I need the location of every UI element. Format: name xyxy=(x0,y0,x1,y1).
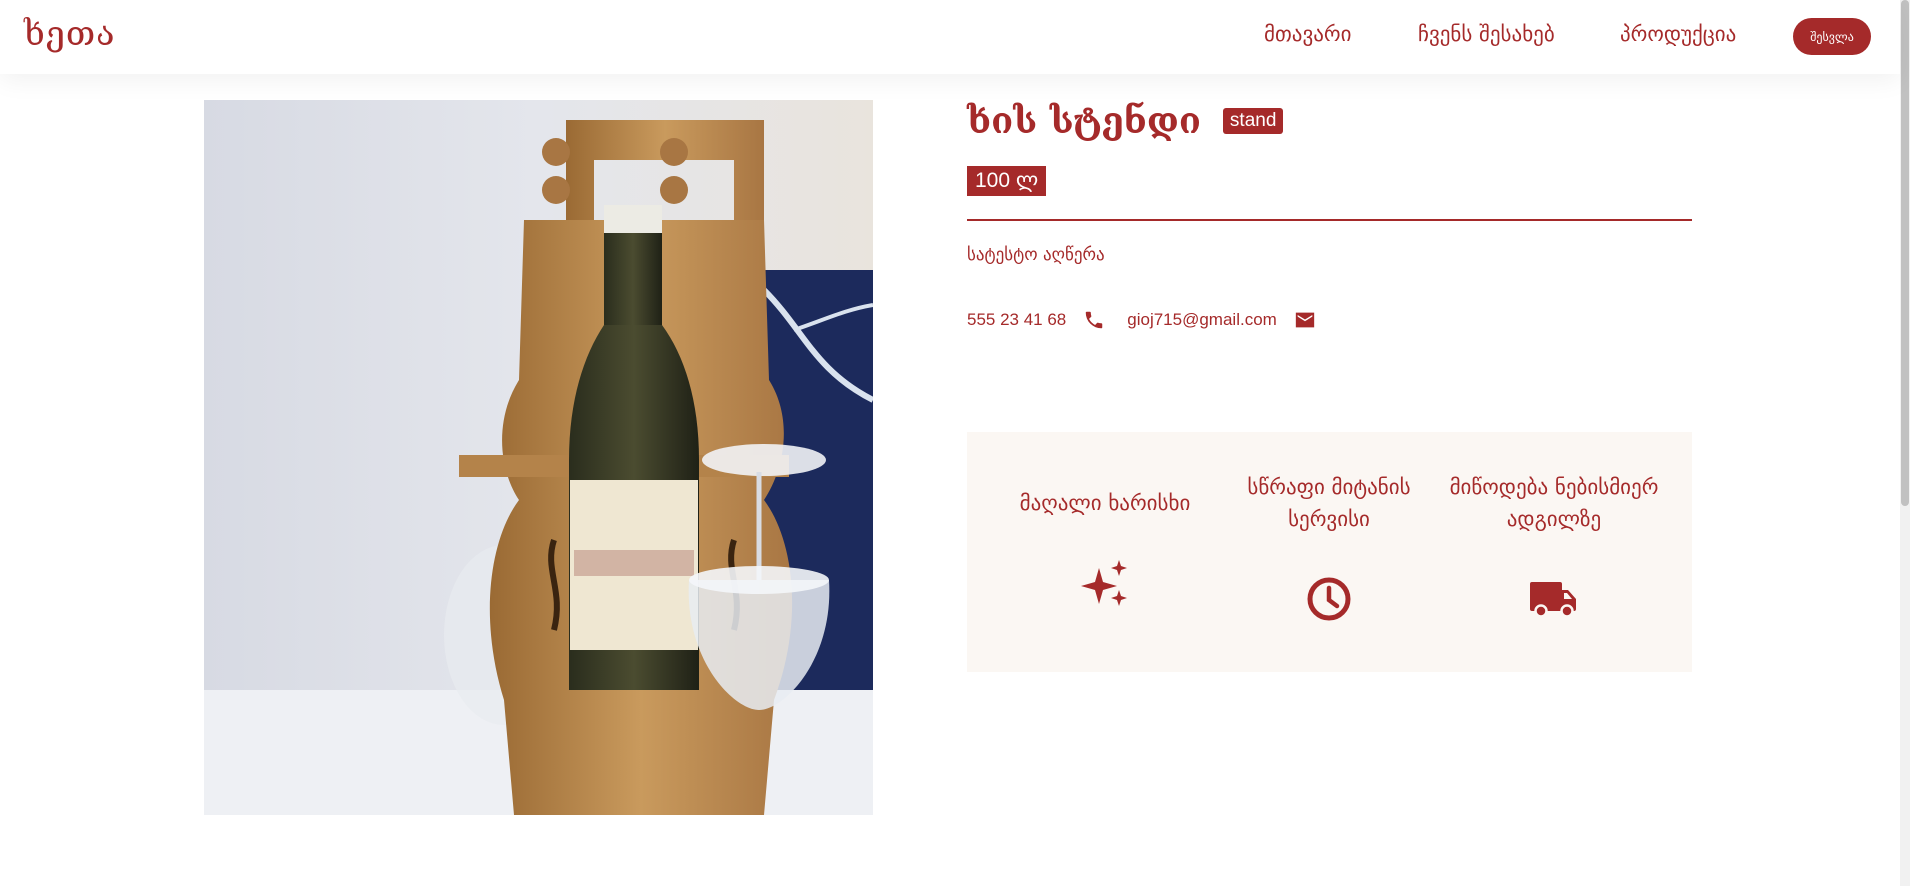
site-header: ხეთა მთავარი ჩვენს შესახებ პროდუქცია შეს… xyxy=(0,0,1900,74)
truck-icon xyxy=(1530,582,1578,622)
category-badge: stand xyxy=(1222,108,1284,134)
scrollbar-thumb[interactable] xyxy=(1901,0,1909,506)
mail-icon[interactable] xyxy=(1294,309,1316,331)
phone-number[interactable]: 555 23 41 68 xyxy=(967,310,1066,330)
product-image xyxy=(204,100,873,815)
price-badge: 100 ლ xyxy=(967,166,1047,196)
nav-link-products[interactable]: პროდუქცია xyxy=(1620,22,1736,46)
product-title: ხის სტენდი xyxy=(967,100,1201,142)
sparkles-icon xyxy=(1081,560,1129,612)
feature-delivery-anywhere-label: მიწოდება ნებისმიერ ადგილზე xyxy=(1449,475,1659,531)
feature-fast-delivery: სწრაფი მიტანის სერვისი xyxy=(1216,432,1442,672)
features-panel: მაღალი ხარისხი სწრაფი მიტანის სერვისი მი… xyxy=(967,432,1692,672)
feature-fast-delivery-label: სწრაფი მიტანის სერვისი xyxy=(1247,475,1411,531)
product-description: სატესტო აღწერა xyxy=(967,245,1105,265)
contact-row: 555 23 41 68 gioj715@gmail.com xyxy=(967,308,1316,332)
feature-quality: მაღალი ხარისხი xyxy=(992,432,1218,672)
nav-link-home[interactable]: მთავარი xyxy=(1264,22,1351,46)
login-button[interactable]: შესვლა xyxy=(1793,18,1871,55)
clock-icon xyxy=(1307,577,1351,625)
product-title-row: ხის სტენდი stand xyxy=(967,96,1284,146)
nav-link-about[interactable]: ჩვენს შესახებ xyxy=(1418,22,1555,46)
page-scrollbar[interactable] xyxy=(1900,0,1910,886)
feature-delivery-anywhere: მიწოდება ნებისმიერ ადგილზე xyxy=(1441,432,1667,672)
phone-icon[interactable] xyxy=(1083,309,1105,331)
feature-quality-label: მაღალი ხარისხი xyxy=(1019,491,1191,515)
email-address[interactable]: gioj715@gmail.com xyxy=(1127,310,1277,330)
main-nav: მთავარი ჩვენს შესახებ პროდუქცია xyxy=(0,22,1900,52)
divider xyxy=(967,219,1692,221)
